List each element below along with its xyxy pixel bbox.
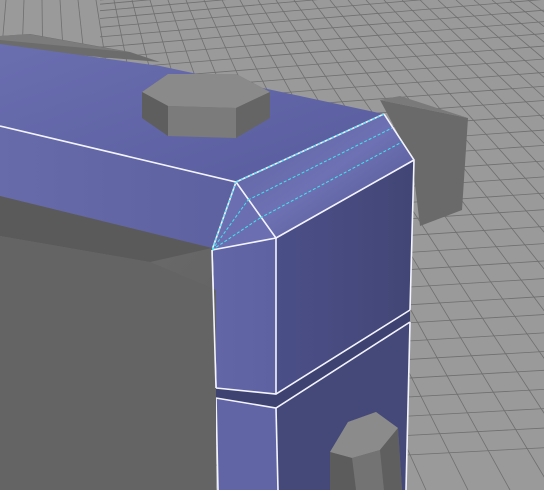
grid-line: [99, 21, 544, 59]
3d-viewport[interactable]: [0, 0, 544, 490]
post-front-face[interactable]: [212, 238, 276, 394]
viewport-canvas[interactable]: [0, 0, 544, 490]
bolt-left-top[interactable]: [142, 74, 270, 138]
grid-line: [99, 9, 544, 48]
post-lower-front[interactable]: [216, 398, 278, 490]
grid-line: [99, 0, 152, 5]
